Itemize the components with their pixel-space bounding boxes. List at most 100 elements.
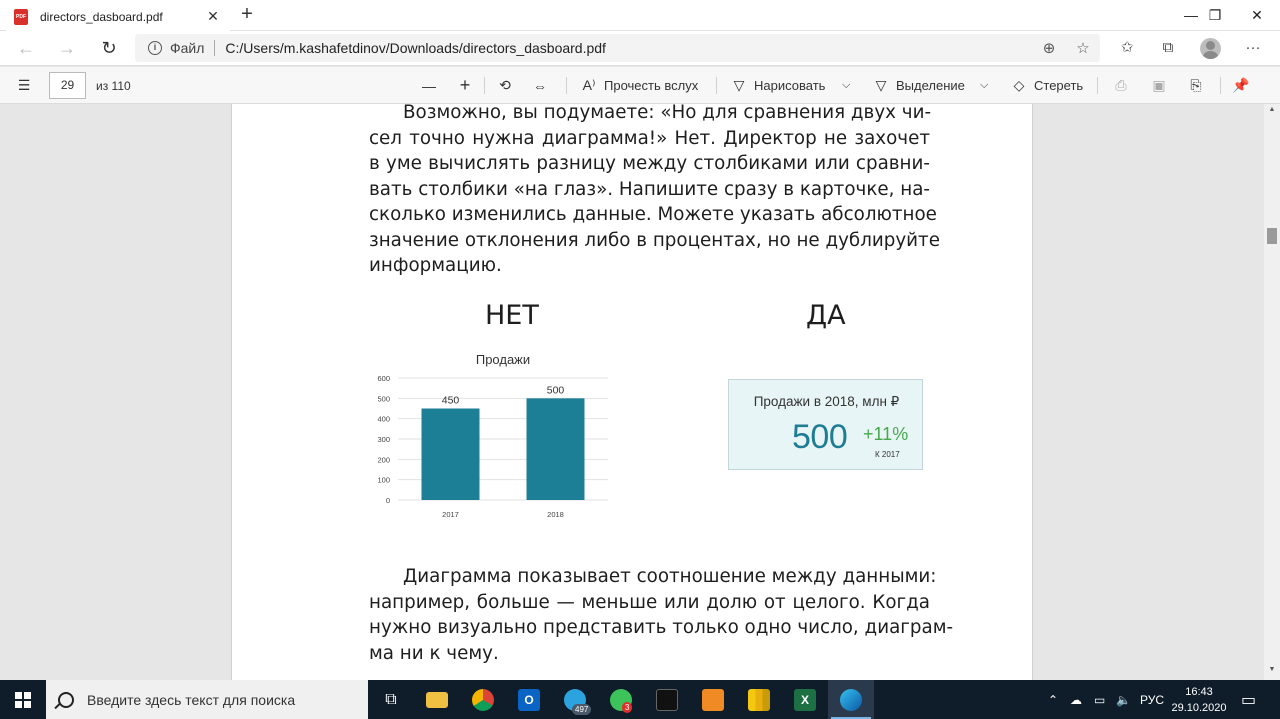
chrome-icon[interactable] (460, 680, 506, 719)
y-tick-label: 300 (377, 435, 390, 444)
read-aloud-icon: A⁾ (582, 77, 596, 93)
volume-icon[interactable]: 🔈 (1116, 680, 1131, 719)
text-line: Диаграмма показывает соотношение между д… (403, 566, 937, 587)
text-line: сколько изменились данные. Можете указат… (369, 204, 937, 225)
url-text[interactable]: C:/Users/m.kashafetdinov/Downloads/direc… (225, 40, 1032, 56)
bar (526, 398, 585, 500)
y-tick-label: 0 (386, 496, 390, 505)
pdf-viewer[interactable]: Возможно, вы подумаете: «Но для сравнени… (0, 104, 1264, 680)
draw-button[interactable]: ▽ Нарисовать (730, 67, 826, 104)
tab-directors-dasboard[interactable]: directors_dasboard.pdf ✕ (6, 2, 230, 31)
more-menu-icon[interactable]: ··· (1238, 36, 1268, 60)
draw-pen-icon: ▽ (733, 77, 745, 93)
new-tab-button[interactable]: + (236, 4, 258, 26)
start-button[interactable] (0, 680, 46, 719)
heading-yes: ДА (806, 300, 846, 331)
terminal-icon[interactable] (644, 680, 690, 719)
highlight-label: Выделение (896, 78, 965, 93)
x-tick-label: 2018 (547, 510, 564, 519)
edge-icon[interactable] (828, 680, 874, 719)
erase-button[interactable]: ◇ Стереть (1010, 67, 1084, 104)
system-clock[interactable]: 16:43 29.10.2020 (1166, 684, 1232, 716)
read-aloud-button[interactable]: A⁾ Прочесть вслух (580, 67, 699, 104)
collections-icon[interactable]: ⧉ (1153, 36, 1183, 60)
refresh-icon[interactable]: ↻ (95, 36, 123, 60)
erase-label: Стереть (1034, 78, 1084, 93)
text-line: Возможно, вы подумаете: «Но для сравнени… (403, 104, 932, 123)
rotate-icon[interactable]: ⟲ (496, 67, 520, 104)
sublime-text-icon[interactable] (690, 680, 736, 719)
power-bi-icon[interactable] (736, 680, 782, 719)
text-line: вать столбики «на глаз». Напишите сразу … (369, 178, 930, 200)
y-tick-label: 500 (377, 394, 390, 403)
clock-time: 16:43 (1185, 686, 1213, 698)
toolbar-divider (1220, 77, 1221, 94)
notifications-icon[interactable]: ▭ (1241, 680, 1256, 719)
bar-data-label: 500 (547, 384, 565, 396)
text-line: например, больше — меньше или долю от це… (369, 591, 930, 613)
onedrive-icon[interactable]: ☁ (1070, 680, 1082, 719)
windows-logo-icon (15, 691, 31, 708)
text-line: ма ни к чему. (369, 642, 499, 664)
outlook-icon[interactable]: O (506, 680, 552, 719)
search-placeholder: Введите здесь текст для поиска (87, 691, 296, 708)
kpi-delta: +11% (863, 424, 909, 444)
y-tick-label: 200 (377, 455, 390, 464)
info-icon[interactable]: i (148, 41, 162, 55)
highlight-options-chevron[interactable]: ⌵ (980, 67, 988, 104)
excel-icon[interactable]: X (782, 680, 828, 719)
zoom-icon[interactable]: ⊕ (1032, 39, 1066, 57)
text-line: сел точно нужна диаграмма!» Нет. Директо… (369, 127, 930, 149)
y-tick-label: 100 (377, 476, 390, 485)
profile-avatar[interactable] (1200, 38, 1221, 59)
telegram-icon[interactable]: 497 (552, 680, 598, 719)
taskbar: Введите здесь текст для поиска ⧉ O 497 3… (0, 680, 1280, 719)
tab-close-icon[interactable]: ✕ (204, 8, 222, 25)
text-line: значение отклонения либо в процентах, но… (369, 229, 940, 251)
whatsapp-icon[interactable]: 3 (598, 680, 644, 719)
scroll-up-arrow[interactable]: ▲ (1264, 106, 1280, 118)
input-language[interactable]: РУС (1140, 680, 1164, 719)
page-total: из 110 (96, 78, 131, 93)
text-line: информацию. (369, 255, 502, 276)
favorites-icon[interactable]: ✩ (1112, 36, 1142, 60)
page-number-input[interactable]: 29 (49, 72, 86, 99)
save-as-icon[interactable]: ⎘ (1187, 67, 1211, 104)
sales-bar-chart: Продажи 0 100 200 300 400 500 600 450 2017 500 2018 (368, 346, 618, 526)
highlight-icon: ▽ (875, 77, 887, 93)
task-view-icon[interactable]: ⧉ (368, 680, 414, 719)
forward-arrow-icon[interactable]: → (53, 36, 81, 60)
address-bar: ← → ↻ i Файл C:/Users/m.kashafetdinov/Do… (0, 31, 1280, 66)
kpi-reference: К 2017 (875, 450, 900, 459)
zoom-in-icon[interactable]: + (456, 67, 480, 104)
whatsapp-badge: 3 (622, 702, 633, 713)
taskbar-search[interactable]: Введите здесь текст для поиска (46, 680, 368, 719)
tray-overflow-icon[interactable]: ⌃ (1048, 680, 1058, 719)
fit-page-icon[interactable]: ⇔ (531, 67, 555, 104)
save-icon[interactable]: ▣ (1150, 67, 1174, 104)
toolbar-divider (484, 77, 485, 94)
clock-date: 29.10.2020 (1171, 702, 1227, 714)
zoom-out-icon[interactable]: — (420, 67, 444, 104)
file-explorer-icon[interactable] (414, 680, 460, 719)
y-tick-label: 400 (377, 415, 390, 424)
vertical-scrollbar[interactable]: ▲ ▼ (1264, 104, 1280, 680)
url-field[interactable]: i Файл C:/Users/m.kashafetdinov/Download… (135, 34, 1100, 62)
scroll-down-arrow[interactable]: ▼ (1264, 666, 1280, 678)
chart-title: Продажи (476, 352, 530, 367)
maximize-button[interactable]: ❐ (1192, 0, 1238, 30)
paragraph-2: Диаграмма показывает соотношение между д… (369, 564, 953, 666)
scrollbar-thumb[interactable] (1267, 228, 1277, 244)
print-icon[interactable]: ⎙ (1112, 67, 1136, 104)
back-arrow-icon[interactable]: ← (12, 36, 40, 60)
tab-strip: directors_dasboard.pdf ✕ + — ❐ ✕ (0, 0, 1280, 31)
favorite-star-icon[interactable]: ☆ (1066, 39, 1100, 57)
close-window-button[interactable]: ✕ (1234, 0, 1280, 30)
network-icon[interactable]: ▭ (1094, 680, 1105, 719)
toolbar-divider (716, 77, 717, 94)
pin-toolbar-icon[interactable]: 📌 (1232, 67, 1256, 104)
draw-options-chevron[interactable]: ⌵ (842, 67, 850, 104)
kpi-title: Продажи в 2018, млн ₽ (753, 394, 900, 409)
contents-icon[interactable]: ☰ (15, 67, 39, 104)
highlight-button[interactable]: ▽ Выделение (872, 67, 965, 104)
